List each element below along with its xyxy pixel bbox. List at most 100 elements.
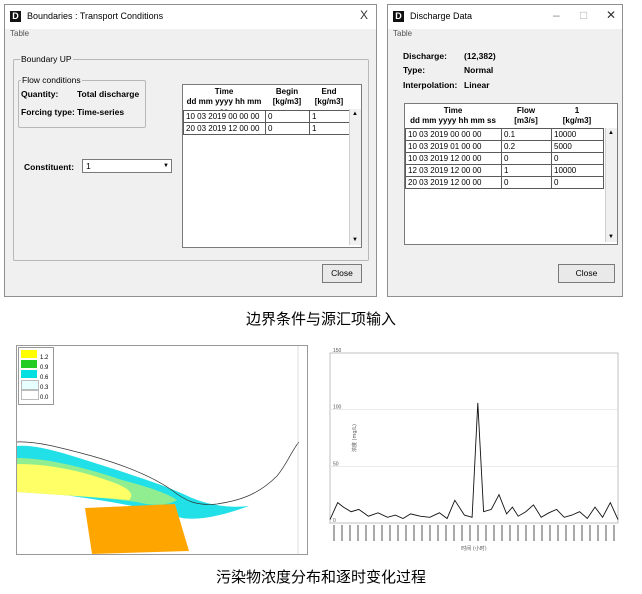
table-cell[interactable]: 20 03 2019 12 00 00 bbox=[405, 176, 502, 189]
minimize-icon[interactable]: – bbox=[553, 8, 560, 22]
menu-table[interactable]: Table bbox=[393, 29, 412, 38]
x-tick-label bbox=[541, 525, 543, 541]
x-tick-label bbox=[469, 525, 471, 541]
concentration-map: 1.2 0.9 0.6 0.3 0.0 bbox=[16, 345, 308, 555]
chart-svg: 150 100 50 0 浓度 (mg/L) 时间 (小时) bbox=[329, 348, 619, 552]
table-cell[interactable]: 20 03 2019 12 00 00 bbox=[183, 122, 266, 135]
x-tick-label bbox=[453, 525, 455, 541]
x-tick-label bbox=[557, 525, 559, 541]
maximize-icon[interactable]: □ bbox=[580, 8, 587, 22]
x-tick-label bbox=[357, 525, 359, 541]
land-area bbox=[85, 504, 189, 554]
x-tick-label bbox=[445, 525, 447, 541]
y-axis-label: 浓度 (mg/L) bbox=[351, 424, 358, 452]
type-value: Normal bbox=[464, 65, 494, 75]
x-tick-label bbox=[333, 525, 335, 541]
x-tick-label bbox=[341, 525, 343, 541]
constituent-select[interactable]: 1 ▼ bbox=[82, 159, 172, 173]
scroll-down-icon[interactable]: ▼ bbox=[608, 234, 614, 240]
x-tick-label bbox=[573, 525, 575, 541]
flow-conditions-group: Flow conditions Quantity: Total discharg… bbox=[18, 75, 146, 128]
close-icon[interactable]: X bbox=[360, 8, 368, 22]
col-header-end: End [kg/m3] bbox=[309, 87, 349, 107]
forcing-type-label: Forcing type: bbox=[21, 107, 75, 117]
constituent-value: 1 bbox=[86, 161, 91, 171]
boundary-table[interactable]: Time dd mm yyyy hh mm ss Begin [kg/m3] E… bbox=[182, 84, 362, 248]
col-header-end-top: End bbox=[321, 87, 337, 96]
x-tick-label bbox=[565, 525, 567, 541]
col-header-begin-bottom: [kg/m3] bbox=[272, 97, 302, 106]
type-label: Type: bbox=[403, 65, 426, 75]
discharge-window: D Discharge Data – □ ✕ Table Discharge: … bbox=[387, 4, 623, 297]
menu-table[interactable]: Table bbox=[10, 29, 29, 38]
menu-bar: Table bbox=[388, 29, 622, 42]
legend-swatch bbox=[21, 390, 39, 400]
x-tick-label bbox=[501, 525, 503, 541]
boundaries-window: D Boundaries : Transport Conditions X Ta… bbox=[4, 4, 377, 297]
y-tick-label: 150 bbox=[333, 348, 342, 354]
x-tick-label bbox=[605, 525, 607, 541]
legend-value: 0.9 bbox=[40, 365, 49, 371]
table-cell[interactable]: 0 bbox=[501, 176, 552, 189]
legend-value: 0.6 bbox=[40, 375, 49, 381]
x-tick-label bbox=[461, 525, 463, 541]
forcing-type-value: Time-series bbox=[77, 107, 125, 117]
x-tick-label bbox=[493, 525, 495, 541]
interpolation-label: Interpolation: bbox=[403, 80, 458, 90]
legend-swatch bbox=[21, 360, 37, 368]
quantity-label: Quantity: bbox=[21, 89, 59, 99]
col-header-flow: Flow [m3/s] bbox=[501, 106, 551, 126]
x-axis-label: 时间 (小时) bbox=[461, 545, 487, 552]
col-header-time-top: Time bbox=[443, 106, 463, 115]
y-tick-label: 0 bbox=[333, 518, 336, 524]
x-tick-label bbox=[533, 525, 535, 541]
scroll-down-icon[interactable]: ▼ bbox=[352, 237, 358, 243]
col-header-time-bottom: dd mm yyyy hh mm ss bbox=[410, 116, 496, 125]
table-cell[interactable]: 0 bbox=[265, 122, 310, 135]
caption-top: 边界条件与源汇项输入 bbox=[245, 310, 396, 328]
col-header-begin: Begin [kg/m3] bbox=[265, 87, 309, 107]
title-bar[interactable]: D Discharge Data – □ ✕ bbox=[388, 5, 622, 29]
window-title: Boundaries : Transport Conditions bbox=[27, 11, 164, 21]
time-series-chart: 150 100 50 0 浓度 (mg/L) 时间 (小时) bbox=[318, 345, 628, 553]
legend-value: 0.3 bbox=[40, 385, 49, 391]
legend-swatch bbox=[21, 370, 37, 378]
x-tick-label bbox=[581, 525, 583, 541]
x-tick-label bbox=[405, 525, 407, 541]
title-bar[interactable]: D Boundaries : Transport Conditions X bbox=[5, 5, 376, 29]
x-tick-label bbox=[549, 525, 551, 541]
app-icon: D bbox=[10, 11, 21, 22]
close-icon[interactable]: ✕ bbox=[606, 8, 616, 22]
x-tick-label bbox=[397, 525, 399, 541]
boundary-group-label: Boundary UP bbox=[20, 54, 73, 64]
legend-value: 0.0 bbox=[40, 395, 49, 401]
x-tick-label bbox=[525, 525, 527, 541]
vertical-scrollbar[interactable]: ▲ ▼ bbox=[605, 128, 617, 242]
scroll-up-icon[interactable]: ▲ bbox=[608, 130, 614, 136]
y-tick-label: 100 bbox=[333, 405, 342, 411]
vertical-scrollbar[interactable]: ▲ ▼ bbox=[349, 109, 361, 245]
map-legend: 1.2 0.9 0.6 0.3 0.0 bbox=[18, 347, 54, 405]
scroll-up-icon[interactable]: ▲ bbox=[352, 111, 358, 117]
col-header-concentration-bottom: [kg/m3] bbox=[562, 116, 592, 125]
x-tick-label bbox=[381, 525, 383, 541]
table-cell[interactable]: 0 bbox=[551, 176, 604, 189]
plot-area bbox=[329, 352, 619, 524]
discharge-table[interactable]: Time dd mm yyyy hh mm ss Flow [m3/s] 1 [… bbox=[404, 103, 618, 245]
menu-bar: Table bbox=[5, 29, 376, 42]
x-tick-label bbox=[413, 525, 415, 541]
flow-conditions-label: Flow conditions bbox=[21, 75, 82, 85]
x-tick-label bbox=[485, 525, 487, 541]
legend-swatch bbox=[21, 380, 39, 390]
x-tick-label bbox=[589, 525, 591, 541]
col-header-concentration: 1 [kg/m3] bbox=[551, 106, 603, 126]
table-cell[interactable]: 1 bbox=[309, 122, 350, 135]
col-header-begin-top: Begin bbox=[275, 87, 299, 96]
close-button[interactable]: Close bbox=[322, 264, 362, 283]
x-tick-label bbox=[349, 525, 351, 541]
close-button[interactable]: Close bbox=[558, 264, 615, 283]
col-header-flow-bottom: [m3/s] bbox=[514, 116, 538, 125]
boundary-group: Boundary UP Flow conditions Quantity: To… bbox=[13, 54, 369, 261]
x-tick-label bbox=[509, 525, 511, 541]
legend-swatch bbox=[21, 350, 37, 358]
